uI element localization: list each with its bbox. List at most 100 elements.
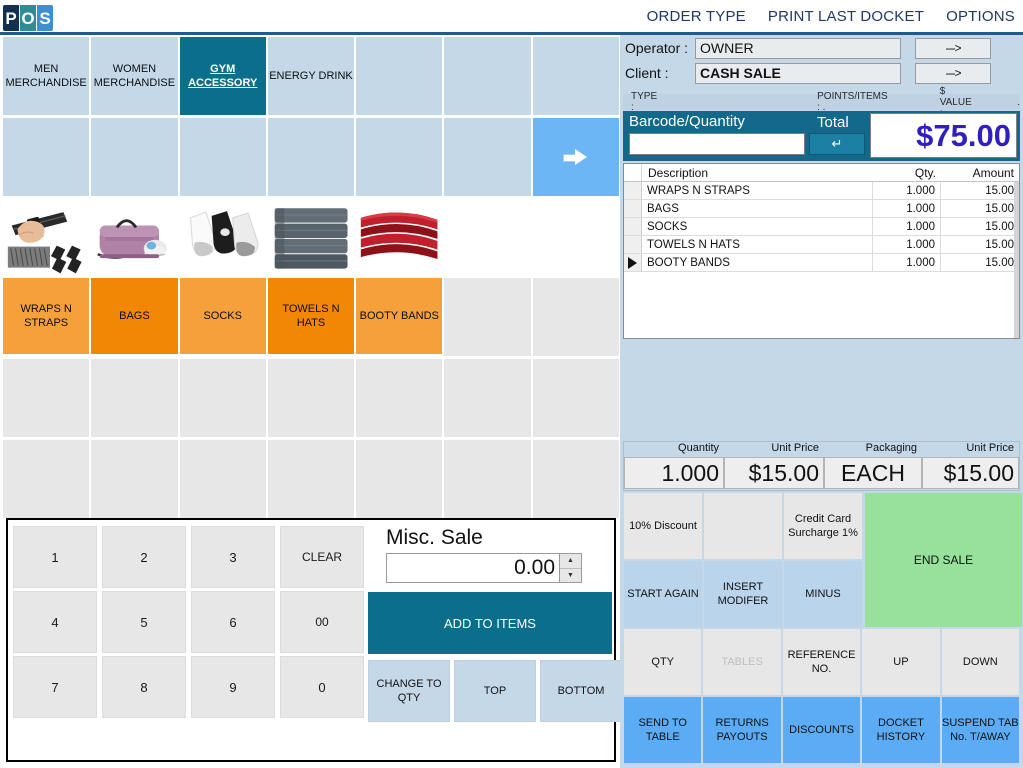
table-row-selected[interactable]: BOOTY BANDS 1.000 15.00 xyxy=(624,254,1019,272)
category-tile-empty-7[interactable] xyxy=(532,37,619,115)
quantity-value[interactable]: 1.000 xyxy=(624,457,724,489)
client-value[interactable]: CASH SALE xyxy=(695,62,901,84)
empty-tile-5-6[interactable] xyxy=(444,359,531,437)
blank-tile-5[interactable] xyxy=(356,118,443,196)
table-row[interactable]: TOWELS N HATS 1.000 15.00 xyxy=(624,236,1019,254)
qty-button[interactable]: QTY xyxy=(624,629,702,695)
blank-tile-1[interactable] xyxy=(3,118,90,196)
key-4[interactable]: 4 xyxy=(13,591,97,653)
product-image-empty-6[interactable] xyxy=(444,199,531,275)
up-button[interactable]: UP xyxy=(862,629,940,695)
blank-tile-6[interactable] xyxy=(444,118,531,196)
empty-tile-6-4[interactable] xyxy=(267,440,355,518)
product-button-empty-7[interactable] xyxy=(532,278,619,356)
empty-tile-5-4[interactable] xyxy=(267,359,355,437)
action-empty-button[interactable] xyxy=(704,493,782,559)
returns-payouts-button[interactable]: RETURNS PAYOUTS xyxy=(703,697,781,763)
spinner-down-icon[interactable]: ▼ xyxy=(560,567,581,583)
table-row[interactable]: SOCKS 1.000 15.00 xyxy=(624,218,1019,236)
unit-price-value[interactable]: $15.00 xyxy=(724,457,824,489)
misc-sale-input[interactable]: 0.00 xyxy=(386,553,560,583)
empty-tile-5-3[interactable] xyxy=(179,359,266,437)
discount-10-percent-button[interactable]: 10% Discount xyxy=(624,493,702,559)
table-row[interactable]: BAGS 1.000 15.00 xyxy=(624,200,1019,218)
empty-tile-5-1[interactable] xyxy=(3,359,90,437)
empty-tile-6-1[interactable] xyxy=(3,440,90,518)
empty-tile-6-2[interactable] xyxy=(91,440,178,518)
product-button-booty-bands[interactable]: BOOTY BANDS xyxy=(356,278,443,354)
blank-tile-4[interactable] xyxy=(267,118,355,196)
empty-tile-6-3[interactable] xyxy=(179,440,266,518)
top-button[interactable]: TOP xyxy=(454,660,536,722)
bottom-button[interactable]: BOTTOM xyxy=(540,660,622,722)
nav-options[interactable]: OPTIONS xyxy=(946,8,1015,25)
key-1[interactable]: 1 xyxy=(13,526,97,588)
product-button-wraps-n-straps[interactable]: WRAPS N STRAPS xyxy=(3,278,90,354)
barcode-input[interactable] xyxy=(629,133,805,155)
credit-card-surcharge-button[interactable]: Credit Card Surcharge 1% xyxy=(784,493,862,559)
category-tile-gym-accessory[interactable]: GYM ACCESSORY xyxy=(179,37,266,115)
action-button-grid: 10% Discount Credit Card Surcharge 1% ST… xyxy=(623,493,1022,765)
key-6[interactable]: 6 xyxy=(191,591,275,653)
start-again-button[interactable]: START AGAIN xyxy=(624,561,702,627)
table-row[interactable]: WRAPS N STRAPS 1.000 15.00 xyxy=(624,182,1019,200)
blank-tile-2[interactable] xyxy=(91,118,178,196)
product-button-towels-n-hats[interactable]: TOWELS N HATS xyxy=(267,278,355,354)
category-tile-empty-6[interactable] xyxy=(444,37,531,115)
product-image-wraps-n-straps[interactable] xyxy=(3,199,90,275)
product-image-bags[interactable] xyxy=(91,199,178,275)
spinner-up-icon[interactable]: ▲ xyxy=(560,554,581,568)
category-tile-empty-5[interactable] xyxy=(356,37,443,115)
docket-history-button[interactable]: DOCKET HISTORY xyxy=(862,697,940,763)
empty-tile-6-6[interactable] xyxy=(444,440,531,518)
key-clear[interactable]: CLEAR xyxy=(280,526,364,588)
key-5[interactable]: 5 xyxy=(102,591,186,653)
next-page-tile[interactable] xyxy=(532,118,619,196)
barcode-enter-button[interactable]: ↵ xyxy=(809,133,865,155)
minus-button[interactable]: MINUS xyxy=(784,561,862,627)
empty-tile-5-2[interactable] xyxy=(91,359,178,437)
product-image-socks[interactable] xyxy=(179,199,266,275)
key-0[interactable]: 0 xyxy=(280,656,364,718)
key-2[interactable]: 2 xyxy=(102,526,186,588)
reference-no-button[interactable]: REFERENCE NO. xyxy=(782,629,861,695)
category-tile-women-merchandise[interactable]: WOMEN MERCHANDISE xyxy=(91,37,178,115)
key-3[interactable]: 3 xyxy=(191,526,275,588)
product-image-empty-7[interactable] xyxy=(532,199,619,275)
product-image-booty-bands[interactable] xyxy=(356,199,443,275)
unit-price-value-2[interactable]: $15.00 xyxy=(922,457,1019,489)
send-to-table-button[interactable]: SEND TO TABLE xyxy=(624,697,702,763)
action-row-4: SEND TO TABLE RETURNS PAYOUTS DISCOUNTS … xyxy=(623,697,1020,765)
discounts-button[interactable]: DISCOUNTS xyxy=(782,697,861,763)
down-button[interactable]: DOWN xyxy=(941,629,1020,695)
packaging-value[interactable]: EACH xyxy=(824,457,922,489)
product-image-towels-n-hats[interactable] xyxy=(267,199,355,275)
client-select-button[interactable]: ---> xyxy=(915,62,991,84)
key-7[interactable]: 7 xyxy=(13,656,97,718)
category-tile-energy-drink[interactable]: ENERGY DRINK xyxy=(267,37,355,115)
blank-row xyxy=(2,118,620,199)
category-tile-men-merchandise[interactable]: MEN MERCHANDISE xyxy=(3,37,90,115)
end-sale-button[interactable]: END SALE xyxy=(865,493,1022,627)
empty-tile-5-5[interactable] xyxy=(356,359,443,437)
nav-print-last-docket[interactable]: PRINT LAST DOCKET xyxy=(768,8,924,25)
key-double-zero[interactable]: 00 xyxy=(280,591,364,653)
change-to-qty-button[interactable]: CHANGE TO QTY xyxy=(368,660,450,722)
blank-tile-3[interactable] xyxy=(179,118,266,196)
key-8[interactable]: 8 xyxy=(102,656,186,718)
product-button-bags[interactable]: BAGS xyxy=(91,278,178,354)
add-to-items-button[interactable]: ADD TO ITEMS xyxy=(368,592,612,654)
operator-select-button[interactable]: ---> xyxy=(915,37,991,59)
operator-value[interactable]: OWNER xyxy=(695,37,901,59)
items-table-header: Description Qty. Amount xyxy=(624,164,1019,182)
product-button-socks[interactable]: SOCKS xyxy=(179,278,266,354)
suspend-tab-button[interactable]: SUSPEND TAB No. T/AWAY xyxy=(941,697,1020,763)
nav-order-type[interactable]: ORDER TYPE xyxy=(647,8,746,25)
empty-tile-6-5[interactable] xyxy=(356,440,443,518)
insert-modifier-button[interactable]: INSERT MODIFER xyxy=(704,561,782,627)
product-button-empty-6[interactable] xyxy=(444,278,531,356)
empty-tile-6-7[interactable] xyxy=(532,440,619,518)
items-scrollbar[interactable] xyxy=(1014,182,1019,338)
key-9[interactable]: 9 xyxy=(191,656,275,718)
empty-tile-5-7[interactable] xyxy=(532,359,619,437)
